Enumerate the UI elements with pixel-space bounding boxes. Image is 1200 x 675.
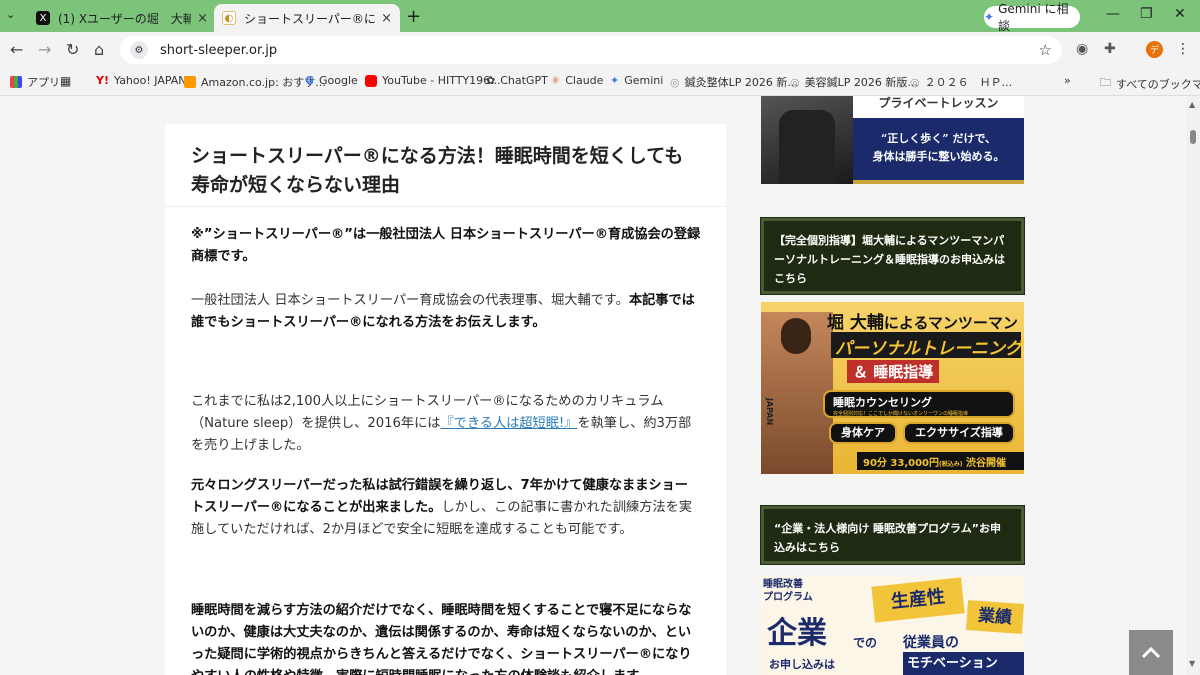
page-viewport: ショートスリーパー®になる方法！睡眠時間を短くしても寿命が短くならない理由 ※”… xyxy=(0,96,1200,675)
url-text: short-sleeper.or.jp xyxy=(160,42,278,58)
title-divider xyxy=(165,206,726,207)
browser-frame: ⌄ X (1) Xユーザーの堀 大輔 / ショート × ◐ ショートスリーパー®… xyxy=(0,0,1200,96)
book-link[interactable]: 『できる人は超短眠!』 xyxy=(440,416,577,431)
gemini-label: Gemini に相談 xyxy=(998,2,1069,33)
browser-toolbar: ← → ↻ ⌂ ⚙ short-sleeper.or.jp ☆ ◉ ✚ デ ⋮ xyxy=(0,32,1200,68)
x-logo-icon: X xyxy=(36,11,50,25)
counseling-button: 睡眠カウンセリング 完全個別対応！ここでしか聞けないオンリーワンの睡眠指導 xyxy=(823,390,1015,418)
side-label: JAPAN xyxy=(765,398,774,426)
motivation-text: モチベーション xyxy=(903,652,1024,675)
globe-icon: ◎ xyxy=(670,75,680,89)
pt-title-line3: ＆ 睡眠指導 xyxy=(847,360,940,383)
site-info-icon[interactable]: ⚙ xyxy=(130,41,148,59)
close-window-icon[interactable]: ✕ xyxy=(1174,6,1186,22)
bookmark-claude[interactable]: ✳ Claude xyxy=(551,74,603,87)
reload-icon[interactable]: ↻ xyxy=(66,40,79,59)
trademark-notice: ※”ショートスリーパー®”は一般社団法人 日本ショートスリーパー®育成協会の登録… xyxy=(191,227,701,264)
pt-title-line1: 堀 大輔によるマンツーマン xyxy=(827,313,1018,333)
corporate-program-link-box[interactable]: “企業・法人様向け 睡眠改善プログラム”お申込みはこちら xyxy=(760,505,1025,565)
chevron-up-icon xyxy=(1141,646,1161,658)
bookmark-gemini[interactable]: ✦ Gemini xyxy=(610,74,663,87)
gemini-icon: ✦ xyxy=(984,10,995,24)
pt-title-line2: パーソナルトレーニング xyxy=(831,332,1022,359)
new-tab-button[interactable]: + xyxy=(406,6,421,27)
scroll-thumb[interactable] xyxy=(1190,130,1196,144)
tab-short-sleeper[interactable]: ◐ ショートスリーパー®になる方法！睡眠 × xyxy=(214,4,400,32)
restore-icon[interactable]: ❐ xyxy=(1140,6,1153,22)
history-paragraph: 元々ロングスリーパーだった私は試行錯誤を繰り返し、7年かけて健康なままショートス… xyxy=(191,478,692,537)
bookmark-grid[interactable]: ▦ xyxy=(60,74,71,88)
career-paragraph: これまでに私は2,100人以上にショートスリーパー®になるためのカリキュラム（N… xyxy=(191,394,692,453)
apps-grid-icon xyxy=(10,76,22,88)
bookmarks-bar: アプリ ▦ Y! Yahoo! JAPAN Amazon.co.jp: おすす..… xyxy=(0,68,1200,96)
bookmark-lp1[interactable]: ◎ 鍼灸整体LP 2026 新... xyxy=(670,74,798,90)
exercise-button: エクササイズ指導 xyxy=(903,422,1015,444)
tab-search-icon[interactable]: ⌄ xyxy=(6,8,22,24)
google-icon: G xyxy=(305,74,315,87)
employee-text: 従業員の xyxy=(903,635,959,651)
bookmark-apps[interactable]: アプリ xyxy=(10,74,60,90)
bookmark-lp2[interactable]: ◎ 美容鍼LP 2026 新版... xyxy=(790,74,918,90)
youtube-icon xyxy=(365,74,377,87)
tab-strip: ⌄ X (1) Xユーザーの堀 大輔 / ショート × ◐ ショートスリーパー®… xyxy=(0,0,1200,33)
profile-avatar[interactable]: デ xyxy=(1146,41,1163,58)
menu-icon[interactable]: ⋮ xyxy=(1176,41,1190,57)
folder-icon: 🗀 xyxy=(1100,76,1111,89)
chatgpt-icon: ✿ xyxy=(486,74,496,87)
close-tab-icon[interactable]: × xyxy=(381,11,392,26)
tab-title: ショートスリーパー®になる方法！睡眠 xyxy=(244,11,376,26)
trainer-photo xyxy=(761,96,853,184)
corporate-big-text: 企業 xyxy=(767,616,827,651)
site-favicon: ◐ xyxy=(222,11,236,25)
trainer-photo xyxy=(761,312,833,474)
article-title: ショートスリーパー®になる方法！睡眠時間を短くしても寿命が短くならない理由 xyxy=(191,145,684,196)
bookmark-yahoo[interactable]: Y! Yahoo! JAPAN xyxy=(96,74,187,87)
private-lesson-banner[interactable]: プライベートレッスン “正しく歩く” だけで、 身体は勝手に整い始める。 xyxy=(761,96,1024,184)
bookmark-chatgpt[interactable]: ✿ ChatGPT xyxy=(486,74,548,87)
personal-training-banner[interactable]: JAPAN 堀 大輔によるマンツーマン パーソナルトレーニング ＆ 睡眠指導 睡… xyxy=(761,302,1024,474)
forward-icon[interactable]: → xyxy=(38,40,51,59)
camera-icon[interactable]: ◉ xyxy=(1076,41,1088,57)
bookmark-google[interactable]: G Google xyxy=(305,74,358,87)
extensions-icon[interactable]: ✚ xyxy=(1104,41,1116,57)
bookmark-hp[interactable]: ◎ ２０２６ ＨＰ... xyxy=(910,74,1012,90)
back-icon[interactable]: ← xyxy=(10,40,23,59)
article-card: ショートスリーパー®になる方法！睡眠時間を短くしても寿命が短くならない理由 ※”… xyxy=(165,124,726,675)
bookmark-star-icon[interactable]: ☆ xyxy=(1039,41,1052,59)
amazon-icon xyxy=(184,76,196,88)
grid-icon: ▦ xyxy=(60,74,72,88)
close-tab-icon[interactable]: × xyxy=(197,11,208,26)
body-care-button: 身体ケア xyxy=(829,422,897,444)
minimize-icon[interactable]: — xyxy=(1106,6,1120,22)
back-to-top-button[interactable] xyxy=(1129,630,1173,675)
gemini-icon: ✦ xyxy=(610,74,620,87)
corporate-program-banner[interactable]: 睡眠改善 プログラム 企業 での お申し込みは 生産性 業績 従業員の モチベー… xyxy=(761,576,1024,675)
price-label: 90分 33,000円(税込み) 渋谷開催 xyxy=(857,452,1024,470)
tab-title: (1) Xユーザーの堀 大輔 / ショート xyxy=(58,11,192,26)
address-bar[interactable]: ⚙ short-sleeper.or.jp ☆ xyxy=(120,36,1062,64)
personal-training-link-box[interactable]: 【完全個別指導】堀大輔によるマンツーマンパーソナルトレーニング＆睡眠指導のお申込… xyxy=(760,217,1025,295)
yahoo-icon: Y! xyxy=(96,74,109,87)
scroll-up-icon[interactable]: ▲ xyxy=(1189,100,1195,109)
productivity-tag: 生産性 xyxy=(871,577,965,623)
lesson-heading: プライベートレッスン xyxy=(878,96,999,110)
gemini-button[interactable]: ✦ Gemini に相談 xyxy=(984,2,1080,33)
apply-text: お申し込みは xyxy=(769,658,835,671)
program-tag: 睡眠改善 プログラム xyxy=(763,579,813,603)
home-icon[interactable]: ⌂ xyxy=(94,40,104,59)
scroll-down-icon[interactable]: ▼ xyxy=(1189,659,1195,668)
globe-icon: ◎ xyxy=(910,75,920,89)
performance-tag: 業績 xyxy=(966,600,1024,634)
tab-x[interactable]: X (1) Xユーザーの堀 大輔 / ショート × xyxy=(28,4,216,32)
all-bookmarks[interactable]: 🗀すべてのブックマーク xyxy=(1100,74,1200,93)
bookmarks-overflow[interactable]: » xyxy=(1064,74,1071,87)
intro-paragraph: 一般社団法人 日本ショートスリーパー育成協会の代表理事、堀大輔です。本記事では誰… xyxy=(191,293,695,330)
scrollbar[interactable]: ▲ ▼ xyxy=(1186,96,1200,675)
overview-paragraph: 睡眠時間を減らす方法の紹介だけでなく、睡眠時間を短くすることで寝不足にならないの… xyxy=(191,603,692,675)
lesson-tagline: “正しく歩く” だけで、 身体は勝手に整い始める。 xyxy=(853,118,1024,180)
bookmark-youtube[interactable]: YouTube - HITTY196... xyxy=(365,74,501,87)
claude-icon: ✳ xyxy=(551,74,561,87)
globe-icon: ◎ xyxy=(790,75,800,89)
de-text: での xyxy=(853,636,878,650)
